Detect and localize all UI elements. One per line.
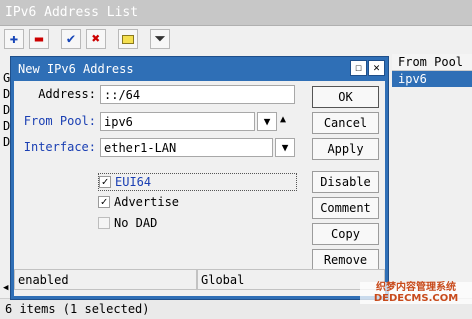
from-pool-dropdown[interactable]: ▼ [257, 112, 277, 131]
disable-button[interactable]: Disable [312, 171, 379, 193]
plus-icon: ✚ [9, 31, 19, 47]
collapse-up-icon[interactable]: ▲ [280, 114, 286, 125]
enable-button[interactable]: ✔ [61, 29, 81, 49]
maximize-icon: ☐ [355, 61, 362, 74]
parent-window-title: IPv6 Address List [5, 5, 139, 20]
address-field[interactable]: ::/64 [100, 85, 295, 104]
dropdown-arrow-icon: ▼ [263, 115, 271, 128]
dropdown-arrow-icon: ▼ [281, 141, 289, 154]
interface-label: Interface: [23, 140, 96, 154]
eui64-label: EUI64 [115, 175, 152, 189]
new-ipv6-address-dialog: New IPv6 Address ☐ ✕ Address: ::/64 From… [11, 57, 388, 299]
comment-button[interactable]: Comment [312, 197, 379, 219]
column-header-from-pool[interactable]: From Pool [392, 54, 472, 71]
toolbar: ✚ ▬ ✔ ✖ ⏷ [0, 27, 472, 55]
dialog-body: Address: ::/64 From Pool: ipv6 ▼ ▲ Inter… [14, 81, 385, 296]
no-dad-checkbox[interactable] [98, 217, 110, 229]
eui64-checkbox[interactable]: ✓ [99, 176, 111, 188]
check-icon: ✔ [66, 31, 76, 47]
item-count: 6 items (1 selected) [5, 302, 150, 316]
interface-field[interactable]: ether1-LAN [100, 138, 273, 157]
ok-button[interactable]: OK [312, 86, 379, 108]
comment-toolbar-button[interactable] [118, 29, 138, 49]
x-icon: ✖ [91, 31, 101, 47]
remove-button[interactable]: ▬ [29, 29, 49, 49]
row-from-pool-value: ipv6 [398, 72, 427, 86]
apply-button[interactable]: Apply [312, 138, 379, 160]
from-pool-field[interactable]: ipv6 [100, 112, 255, 131]
note-icon [122, 34, 134, 44]
no-dad-label: No DAD [114, 216, 158, 230]
dialog-titlebar[interactable]: New IPv6 Address ☐ ✕ [11, 57, 388, 81]
dialog-status-enabled: enabled [14, 269, 197, 290]
filter-icon: ⏷ [154, 31, 166, 47]
table-row-selected[interactable]: ipv6 [392, 71, 472, 87]
parent-window-titlebar: IPv6 Address List [0, 0, 472, 26]
interface-dropdown[interactable]: ▼ [275, 138, 295, 157]
address-label: Address: [38, 87, 96, 101]
from-pool-label: From Pool: [23, 114, 96, 128]
watermark: 织梦内容管理系统 DEDECMS.COM [360, 282, 472, 304]
dialog-status-scope: Global [197, 269, 385, 290]
advertise-label: Advertise [114, 195, 180, 209]
scroll-left-icon[interactable]: ◀ [3, 283, 8, 293]
advertise-checkbox-row[interactable]: ✓ Advertise [98, 194, 258, 212]
maximize-button[interactable]: ☐ [350, 60, 367, 76]
close-button[interactable]: ✕ [368, 60, 385, 76]
cancel-button[interactable]: Cancel [312, 112, 379, 134]
copy-button[interactable]: Copy [312, 223, 379, 245]
no-dad-checkbox-row[interactable]: No DAD [98, 215, 258, 233]
remove-button[interactable]: Remove [312, 249, 379, 271]
dialog-title: New IPv6 Address [18, 62, 134, 76]
advertise-checkbox[interactable]: ✓ [98, 196, 110, 208]
close-icon: ✕ [373, 61, 380, 74]
disable-button[interactable]: ✖ [86, 29, 106, 49]
filter-button[interactable]: ⏷ [150, 29, 170, 49]
add-button[interactable]: ✚ [4, 29, 24, 49]
eui64-checkbox-row[interactable]: ✓ EUI64 [98, 173, 297, 191]
minus-icon: ▬ [34, 31, 44, 47]
